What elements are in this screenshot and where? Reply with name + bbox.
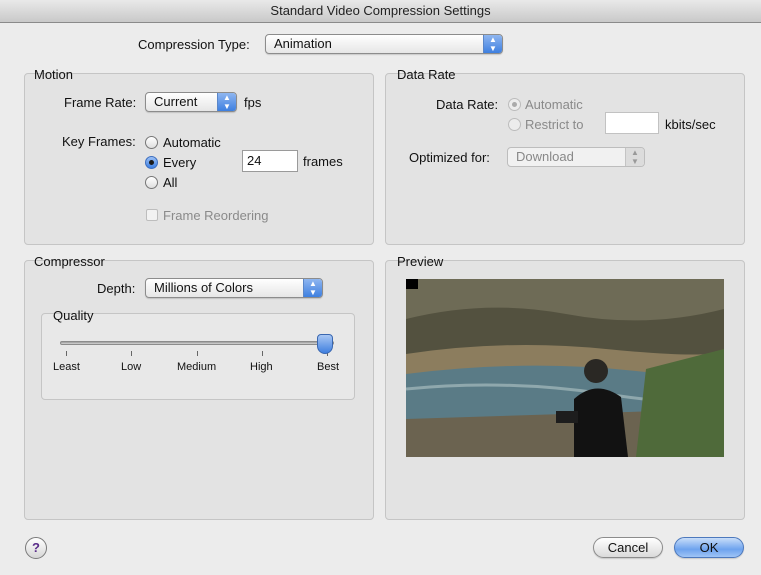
optimized-for-label: Optimized for: bbox=[409, 150, 490, 165]
frame-reordering-checkbox[interactable] bbox=[146, 209, 158, 221]
key-frames-automatic-radio[interactable] bbox=[145, 136, 158, 149]
motion-title: Motion bbox=[34, 67, 74, 82]
data-rate-restrict-input[interactable] bbox=[605, 112, 659, 134]
quality-tick bbox=[197, 351, 198, 356]
frame-rate-value: Current bbox=[154, 94, 198, 109]
key-frames-every-label: Every bbox=[163, 155, 197, 170]
cancel-button[interactable]: Cancel bbox=[593, 537, 663, 558]
key-frames-label: Key Frames: bbox=[62, 134, 136, 149]
quality-slider-track[interactable] bbox=[60, 341, 334, 345]
compression-type-label: Compression Type: bbox=[138, 37, 250, 52]
key-frames-all-radio[interactable] bbox=[145, 176, 158, 189]
depth-popup[interactable]: Millions of Colors ▲ ▼ bbox=[145, 278, 323, 298]
data-rate-automatic-radio[interactable] bbox=[508, 98, 521, 111]
optimized-for-popup[interactable]: Download ▲ ▼ bbox=[507, 147, 645, 167]
preview-image bbox=[406, 279, 724, 457]
data-rate-title: Data Rate bbox=[397, 67, 456, 82]
popup-arrows-icon: ▲ ▼ bbox=[303, 279, 322, 297]
quality-title: Quality bbox=[53, 308, 94, 323]
help-icon: ? bbox=[32, 540, 40, 555]
popup-arrows-icon: ▲ ▼ bbox=[217, 93, 236, 111]
quality-slider-thumb[interactable] bbox=[317, 334, 333, 354]
quality-group bbox=[41, 313, 355, 400]
preview-title: Preview bbox=[397, 254, 444, 269]
preview-scene bbox=[406, 279, 724, 457]
popup-arrows-icon: ▲ ▼ bbox=[483, 35, 502, 53]
data-rate-restrict-radio[interactable] bbox=[508, 118, 521, 131]
quality-level-least: Least bbox=[53, 361, 80, 373]
frames-label: frames bbox=[303, 154, 343, 169]
quality-level-best: Best bbox=[317, 361, 340, 373]
window-title: Standard Video Compression Settings bbox=[0, 0, 761, 23]
data-rate-restrict-label: Restrict to bbox=[525, 117, 584, 132]
key-frames-every-input[interactable]: 24 bbox=[242, 150, 298, 172]
fps-label: fps bbox=[244, 95, 262, 110]
key-frames-all-label: All bbox=[163, 175, 178, 190]
data-rate-unit: kbits/sec bbox=[665, 117, 716, 132]
help-button[interactable]: ? bbox=[25, 537, 47, 559]
key-frames-every-radio[interactable] bbox=[145, 156, 158, 169]
frame-reordering-label: Frame Reordering bbox=[163, 208, 269, 223]
depth-value: Millions of Colors bbox=[154, 280, 253, 295]
quality-level-high: High bbox=[250, 361, 273, 373]
optimized-for-value: Download bbox=[516, 149, 574, 164]
data-rate-automatic-label: Automatic bbox=[525, 97, 583, 112]
depth-label: Depth: bbox=[97, 281, 136, 296]
quality-tick bbox=[262, 351, 263, 356]
key-frames-automatic-label: Automatic bbox=[163, 135, 221, 150]
ok-button[interactable]: OK bbox=[674, 537, 744, 558]
frame-rate-label: Frame Rate: bbox=[64, 95, 137, 110]
compression-type-popup[interactable]: Animation ▲ ▼ bbox=[265, 34, 503, 54]
quality-tick bbox=[131, 351, 132, 356]
quality-tick bbox=[66, 351, 67, 356]
popup-arrows-icon: ▲ ▼ bbox=[625, 148, 644, 166]
quality-level-low: Low bbox=[121, 361, 142, 373]
frame-rate-popup[interactable]: Current ▲ ▼ bbox=[145, 92, 237, 112]
data-rate-label: Data Rate: bbox=[436, 97, 499, 112]
compression-type-value: Animation bbox=[274, 36, 332, 51]
compressor-title: Compressor bbox=[34, 254, 105, 269]
quality-level-medium: Medium bbox=[177, 361, 217, 373]
